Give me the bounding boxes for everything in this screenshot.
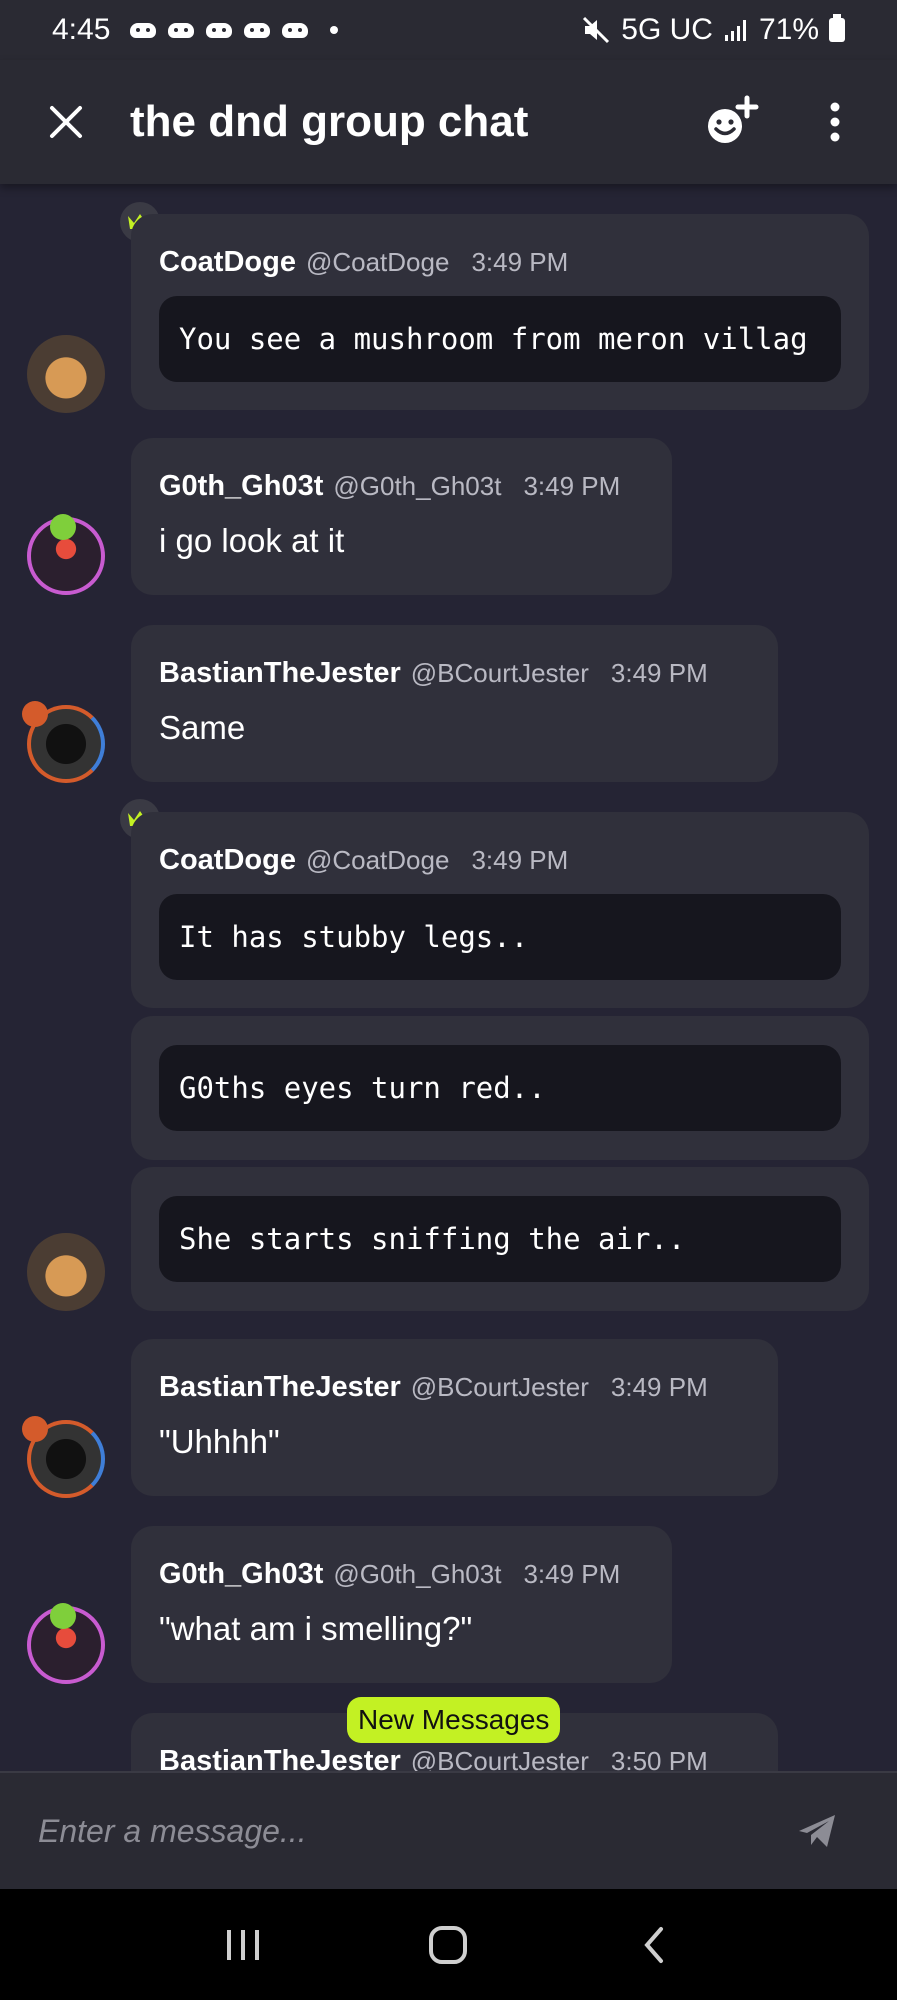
message-meta: BastianTheJester @BCourtJester 3:49 PM [159, 1371, 708, 1404]
chat-header: the dnd group chat [0, 60, 897, 184]
message-bubble[interactable]: G0th_Gh03t @G0th_Gh03t 3:49 PM i go look… [131, 438, 672, 595]
author-name[interactable]: BastianTheJester [159, 1371, 401, 1404]
message-bubble[interactable]: G0ths eyes turn red.. [131, 1016, 869, 1160]
author-name[interactable]: G0th_Gh03t [159, 470, 323, 503]
message-bubble[interactable]: CoatDoge @CoatDoge 3:49 PM You see a mus… [131, 214, 869, 410]
message-meta: G0th_Gh03t @G0th_Gh03t 3:49 PM [159, 1558, 620, 1591]
close-icon [50, 106, 82, 138]
message-text: i go look at it [159, 522, 345, 559]
author-name[interactable]: CoatDoge [159, 246, 296, 279]
message-text: Same [159, 709, 246, 746]
message-meta: G0th_Gh03t @G0th_Gh03t 3:49 PM [159, 470, 620, 503]
message-text: "what am i smelling?" [159, 1610, 473, 1647]
recent-apps-icon [226, 1929, 259, 1960]
code-block: You see a mushroom from meron villag [159, 296, 841, 382]
home-button[interactable] [418, 1915, 478, 1975]
message-meta: CoatDoge @CoatDoge 3:49 PM [159, 246, 568, 279]
code-block: G0ths eyes turn red.. [159, 1045, 841, 1131]
discord-notification-icon [280, 19, 310, 41]
home-icon [429, 1925, 468, 1964]
discord-notification-icon [204, 19, 234, 41]
status-time: 4:45 [52, 13, 111, 46]
author-handle: @G0th_Gh03t [333, 1559, 502, 1589]
message-input[interactable] [38, 1796, 787, 1866]
message-meta: BastianTheJester @BCourtJester 3:49 PM [159, 657, 708, 690]
avatar-decoration-icon [50, 514, 76, 540]
message-time: 3:49 PM [523, 1559, 621, 1589]
author-name[interactable]: BastianTheJester [159, 657, 401, 690]
back-button[interactable] [624, 1915, 684, 1975]
network-type: 5G UC [621, 13, 713, 46]
status-right: 5G UC 71% [581, 13, 845, 47]
message-bubble[interactable]: She starts sniffing the air.. [131, 1167, 869, 1311]
avatar-decoration-icon [22, 1416, 48, 1442]
avatar[interactable] [27, 1233, 105, 1311]
author-name[interactable]: CoatDoge [159, 844, 296, 877]
mute-icon [583, 16, 610, 44]
new-messages-button[interactable]: New Messages [347, 1697, 561, 1743]
add-member-button[interactable] [699, 90, 763, 154]
author-handle: @G0th_Gh03t [333, 471, 502, 501]
avatar[interactable] [27, 335, 105, 413]
author-handle: @BCourtJester [410, 1746, 589, 1771]
back-icon [644, 1926, 664, 1963]
author-name[interactable]: G0th_Gh03t [159, 1558, 323, 1591]
code-block: She starts sniffing the air.. [159, 1196, 841, 1282]
code-block: It has stubby legs.. [159, 894, 841, 980]
discord-notification-icon [242, 19, 272, 41]
author-handle: @CoatDoge [305, 247, 450, 277]
message-time: 3:50 PM [610, 1746, 708, 1771]
battery-icon [829, 14, 845, 42]
send-button[interactable] [787, 1801, 847, 1861]
message-bubble[interactable]: CoatDoge @CoatDoge 3:49 PM It has stubby… [131, 812, 869, 1008]
notification-icons [128, 19, 339, 41]
message-time: 3:49 PM [523, 471, 621, 501]
author-handle: @CoatDoge [305, 845, 450, 875]
message-meta: BastianTheJester @BCourtJester 3:50 PM [159, 1745, 708, 1771]
battery-level: 71% [758, 13, 819, 46]
chat-title: the dnd group chat [130, 97, 529, 146]
author-handle: @BCourtJester [410, 658, 589, 688]
emoji-add-icon [708, 95, 759, 143]
message-bubble[interactable]: BastianTheJester @BCourtJester 3:49 PM "… [131, 1339, 778, 1496]
message-list[interactable]: CoatDoge @CoatDoge 3:49 PM You see a mus… [0, 184, 897, 1771]
author-handle: @BCourtJester [410, 1372, 589, 1402]
avatar-decoration-icon [50, 1603, 76, 1629]
signal-icon [724, 20, 746, 41]
author-name[interactable]: BastianTheJester [159, 1745, 401, 1771]
message-time: 3:49 PM [471, 247, 569, 277]
system-nav-bar [0, 1889, 897, 2000]
message-time: 3:49 PM [610, 1372, 708, 1402]
more-notifications-dot [330, 26, 339, 34]
message-time: 3:49 PM [610, 658, 708, 688]
discord-notification-icon [128, 19, 158, 41]
recent-apps-button[interactable] [213, 1915, 273, 1975]
send-icon [799, 1815, 835, 1847]
avatar-decoration-icon [22, 701, 48, 727]
discord-notification-icon [166, 19, 196, 41]
message-composer [0, 1771, 897, 1889]
message-meta: CoatDoge @CoatDoge 3:49 PM [159, 844, 568, 877]
message-bubble[interactable]: G0th_Gh03t @G0th_Gh03t 3:49 PM "what am … [131, 1526, 672, 1683]
status-bar: 4:45 5G UC 71% [0, 0, 897, 60]
more-vertical-icon [830, 102, 840, 142]
message-time: 3:49 PM [471, 845, 569, 875]
message-bubble[interactable]: BastianTheJester @BCourtJester 3:49 PM S… [131, 625, 778, 782]
close-button[interactable] [36, 92, 96, 152]
more-options-button[interactable] [815, 90, 855, 154]
message-text: "Uhhhh" [159, 1423, 280, 1460]
